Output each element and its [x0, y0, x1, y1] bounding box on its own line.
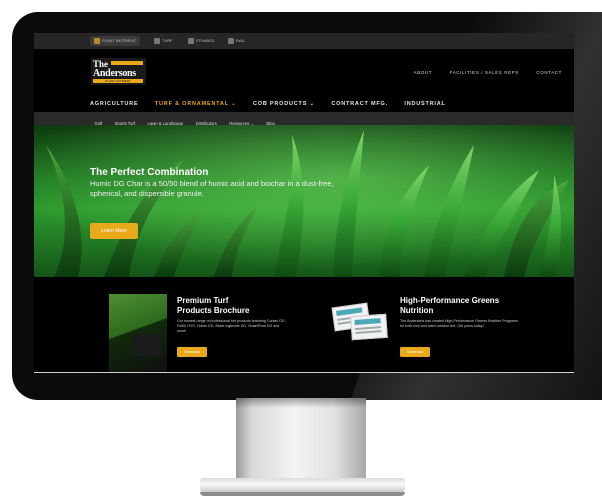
top-link-contact[interactable]: CONTACT: [536, 70, 562, 75]
utility-turf[interactable]: TURF: [150, 36, 177, 46]
hero-title: The Perfect Combination: [90, 167, 209, 178]
promo1-download-button[interactable]: Download: [177, 347, 207, 357]
nav-contract-mfg[interactable]: CONTRACT MFG.: [331, 101, 388, 107]
promo1-title[interactable]: Premium Turf Products Brochure: [177, 296, 287, 315]
plant-icon: [94, 37, 100, 44]
nav-industrial[interactable]: INDUSTRIAL: [404, 101, 445, 107]
stand-shadow: [236, 398, 366, 408]
top-link-about[interactable]: ABOUT: [414, 70, 433, 75]
program-card-2: [350, 313, 388, 341]
rail-icon: [228, 37, 234, 44]
promo1-body: Our newest range of professional turf pr…: [177, 319, 286, 333]
nav-agriculture[interactable]: AGRICULTURE: [90, 101, 138, 107]
greens-nutrition-thumbnail[interactable]: [331, 301, 389, 341]
stand-base-edge: [200, 492, 405, 496]
nav-turf-ornamental[interactable]: TURF & ORNAMENTAL ⌄: [155, 101, 237, 107]
hero-body: Humic DG Char is a 50/50 blend of humic …: [90, 179, 334, 198]
nav-cob-products[interactable]: COB PRODUCTS ⌄: [253, 101, 315, 107]
grass-image: [34, 125, 574, 277]
top-link-facilities[interactable]: FACILITIES / SALES REPS: [450, 70, 519, 75]
website-screen: PLANT NUTRIENT TURF ETHANOL RAIL The And…: [34, 33, 574, 373]
brochure-label: [133, 334, 161, 356]
learn-more-button[interactable]: Learn More: [90, 223, 138, 239]
sub-nav: Golf Sports Turf Lawn & Landscape Distri…: [34, 112, 574, 126]
main-nav: AGRICULTURE TURF & ORNAMENTAL ⌄ COB PROD…: [90, 92, 458, 110]
screen-divider: [34, 372, 574, 373]
ethanol-icon: [188, 37, 194, 44]
promo2-body: The Andersons has created High-Performan…: [400, 319, 518, 328]
top-links: ABOUT FACILITIES / SALES REPS CONTACT: [401, 61, 562, 79]
monitor-stand-neck: [236, 398, 366, 480]
logo-accent-bar: [111, 61, 143, 65]
logo-tagline: PLANT NUTRIENT: [93, 79, 143, 83]
utility-ethanol[interactable]: ETHANOL: [184, 36, 219, 46]
logo-line2: Andersons: [93, 68, 136, 79]
utility-rail[interactable]: RAIL: [224, 36, 249, 46]
hero-banner: The Perfect Combination Humic DG Char is…: [34, 125, 574, 277]
promo2-download-button[interactable]: Download: [400, 347, 430, 357]
turf-brochure-thumbnail[interactable]: [109, 294, 167, 372]
utility-plant-nutrient[interactable]: PLANT NUTRIENT: [90, 36, 141, 46]
site-header: The Andersons PLANT NUTRIENT ABOUT FACIL…: [34, 49, 574, 112]
andersons-logo[interactable]: The Andersons PLANT NUTRIENT: [91, 58, 146, 85]
hero-text: The Perfect Combination Humic DG Char is…: [90, 167, 360, 198]
utility-bar: PLANT NUTRIENT TURF ETHANOL RAIL: [34, 33, 574, 49]
promo2-title[interactable]: High-Performance Greens Nutrition: [400, 296, 530, 315]
turf-icon: [154, 37, 160, 44]
